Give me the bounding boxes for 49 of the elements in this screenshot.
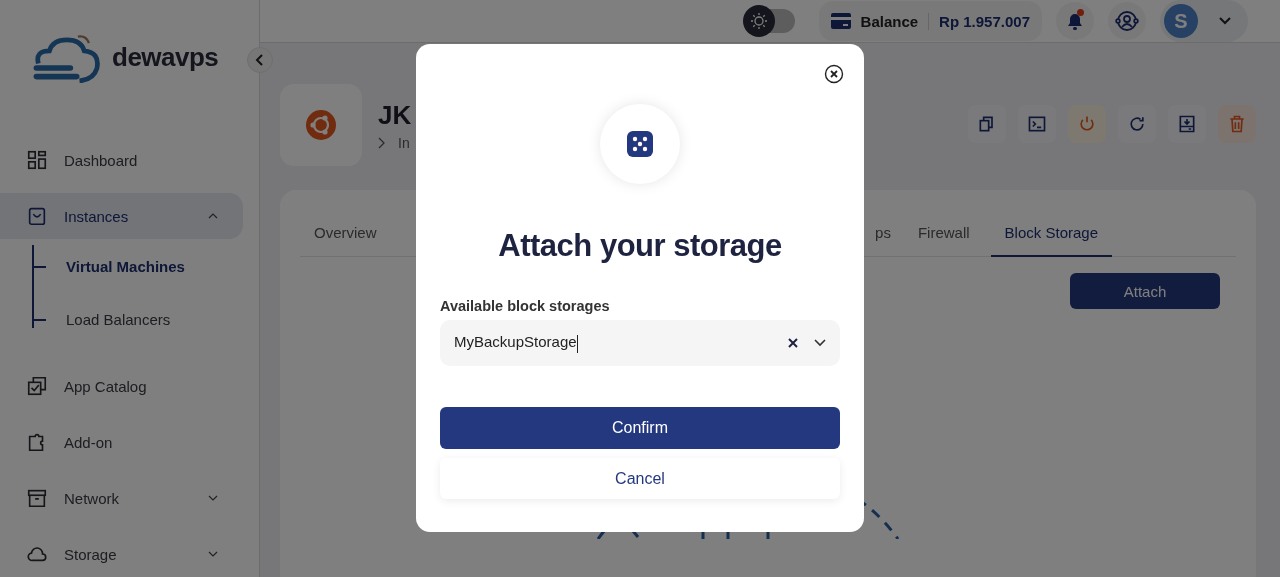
sidebar-subitem[interactable]: Load Balancers [64, 298, 185, 351]
sidebar-item[interactable]: Dashboard [0, 137, 243, 183]
cancel-button[interactable]: Cancel [440, 458, 840, 499]
confirm-button[interactable]: Confirm [440, 407, 840, 449]
bag-icon [26, 205, 48, 227]
sidebar-item[interactable]: Add-on [0, 419, 243, 465]
modal-title: Attach your storage [498, 228, 782, 264]
dots-icon [627, 131, 653, 157]
breadcrumb-link[interactable]: In [398, 134, 410, 151]
attach-button[interactable]: Attach [1070, 273, 1220, 309]
chevron-left-icon [255, 54, 265, 66]
sun-icon [749, 12, 768, 30]
sidebar-item[interactable]: Network [0, 475, 243, 521]
chevron-right-icon [378, 136, 386, 149]
sidebar-item[interactable]: Instances [0, 193, 243, 239]
sidebar-item[interactable]: Storage [0, 531, 243, 577]
trash-icon [1227, 114, 1247, 134]
chevron-down-icon[interactable] [814, 339, 826, 347]
avatar: S [1164, 4, 1198, 38]
sidebar-item[interactable]: App Catalog [0, 363, 243, 409]
tab[interactable]: Firewall [903, 214, 984, 257]
people-icon [1115, 9, 1139, 33]
card-icon [830, 12, 851, 30]
collapse-button[interactable] [247, 47, 273, 73]
balance-amount: Rp 1.957.007 [928, 12, 1030, 30]
tab[interactable]: Overview [300, 214, 391, 257]
refresh-icon [1127, 114, 1147, 134]
sidebar-subitem[interactable]: Virtual Machines [64, 245, 185, 298]
field-label: Available block storages [440, 298, 611, 314]
clear-icon[interactable] [788, 338, 798, 348]
terminal-icon [1027, 114, 1047, 134]
checklist-icon [26, 375, 48, 397]
close-icon[interactable] [824, 64, 844, 84]
instance-name: JK [378, 99, 412, 131]
grid-icon [26, 149, 48, 171]
profile-menu[interactable]: S [1160, 0, 1248, 42]
tab[interactable]: Block Storage [990, 214, 1112, 257]
save-icon [1177, 114, 1197, 134]
chevron-down-icon [1218, 16, 1232, 26]
balance-label: Balance [860, 12, 919, 30]
bell-icon [1066, 11, 1084, 31]
support-button[interactable] [1108, 2, 1146, 40]
action-button[interactable] [1218, 105, 1256, 143]
ubuntu-icon [306, 110, 336, 140]
tab[interactable]: ps [875, 214, 897, 257]
notification-button[interactable] [1056, 2, 1094, 40]
storage-select[interactable]: MyBackupStorage [440, 320, 840, 366]
brand-name: dewavps [112, 42, 219, 73]
archive-icon [26, 487, 48, 509]
